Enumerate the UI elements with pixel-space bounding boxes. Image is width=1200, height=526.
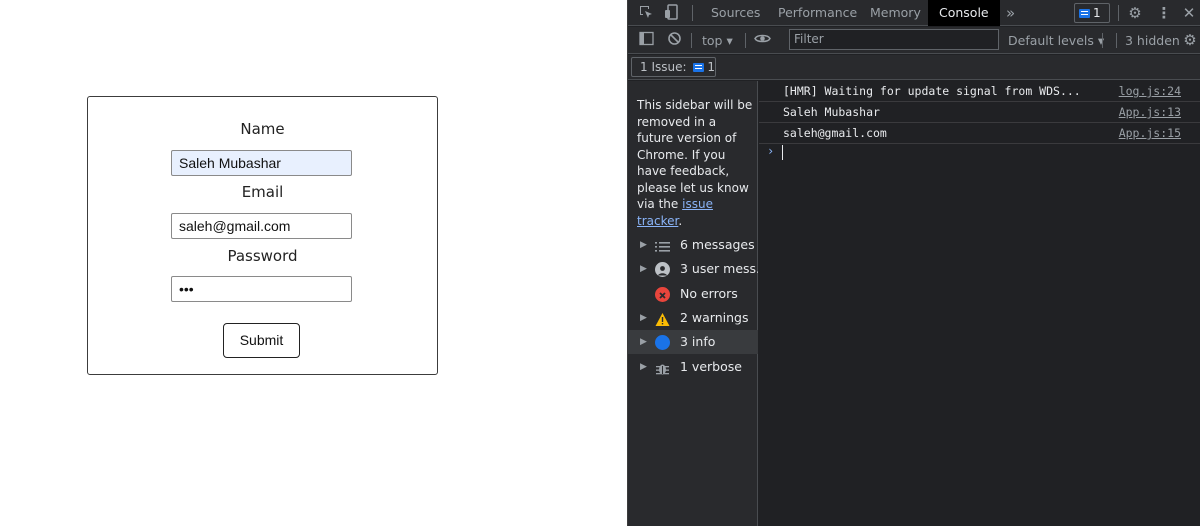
sidebar-item-verbose[interactable]: ▶ 1 verbose	[628, 355, 758, 379]
tab-memory[interactable]: Memory	[859, 0, 932, 26]
device-toolbar-icon[interactable]	[663, 4, 681, 22]
expand-arrow-icon: ▶	[640, 264, 647, 274]
clear-console-icon[interactable]	[665, 31, 683, 49]
issues-count-badge[interactable]: 1	[1074, 3, 1110, 23]
bug-icon	[655, 360, 670, 375]
console-input-caret[interactable]	[782, 145, 783, 160]
sidebar-item-errors[interactable]: No errors	[628, 282, 758, 306]
name-label: Name	[240, 120, 285, 138]
hidden-count: 3 hidden	[1125, 33, 1180, 48]
message-flag-icon	[693, 63, 705, 72]
log-levels-dropdown[interactable]: Default levels ▾	[1008, 27, 1104, 54]
sidebar-item-messages[interactable]: ▶ 6 messages	[628, 233, 758, 257]
tab-console[interactable]: Console	[928, 0, 1000, 26]
toolbar-separator	[1102, 33, 1103, 48]
devtools-panel: Sources Performance Memory Console » 1 ⚙…	[627, 0, 1200, 526]
tab-separator	[1118, 5, 1119, 21]
expand-arrow-icon: ▶	[640, 240, 647, 250]
source-link[interactable]: log.js:24	[1119, 81, 1181, 101]
tab-sources[interactable]: Sources	[700, 0, 771, 26]
issues-bar: 1 Issue: 1	[628, 55, 1200, 80]
submit-button[interactable]: Submit	[223, 323, 300, 358]
source-link[interactable]: App.js:13	[1119, 102, 1181, 122]
email-input[interactable]: saleh@gmail.com	[171, 213, 352, 239]
sidebar-item-warnings[interactable]: ▶ 2 warnings	[628, 306, 758, 330]
sidebar-item-user-messages[interactable]: ▶ 3 user mess...	[628, 257, 758, 281]
toolbar-separator	[1116, 33, 1117, 48]
more-options-icon[interactable]: ⋮	[1155, 4, 1173, 22]
console-output: [HMR] Waiting for update signal from WDS…	[759, 81, 1200, 526]
console-settings-gear-icon[interactable]: ⚙	[1181, 31, 1199, 49]
sidebar-toggle-icon[interactable]	[637, 31, 655, 49]
message-flag-icon	[1079, 9, 1090, 18]
context-selector[interactable]: top ▾	[702, 27, 733, 54]
expand-arrow-icon: ▶	[640, 362, 647, 372]
console-message-row: Saleh Mubashar App.js:13	[759, 102, 1200, 123]
sidebar-deprecation-note: This sidebar will be removed in a future…	[637, 98, 753, 228]
password-label: Password	[227, 247, 298, 265]
list-icon	[655, 238, 670, 253]
toolbar-separator	[745, 33, 746, 48]
tab-separator	[692, 5, 693, 21]
console-toolbar: top ▾ Filter Default levels ▾ 3 hidden ⚙	[628, 27, 1200, 54]
live-expression-eye-icon[interactable]	[753, 31, 771, 49]
console-sidebar: This sidebar will be removed in a future…	[628, 81, 758, 526]
settings-gear-icon[interactable]: ⚙	[1126, 4, 1144, 22]
error-icon	[655, 287, 670, 302]
issues-button[interactable]: 1 Issue: 1	[631, 57, 716, 77]
password-input[interactable]: •••	[171, 276, 352, 302]
console-message-row: [HMR] Waiting for update signal from WDS…	[759, 81, 1200, 102]
form-card: Name Saleh Mubashar Email saleh@gmail.co…	[87, 96, 438, 375]
sidebar-item-info[interactable]: ▶ 3 info	[628, 330, 758, 354]
tab-performance[interactable]: Performance	[767, 0, 868, 26]
console-prompt-icon: ›	[767, 144, 775, 158]
filter-input[interactable]: Filter	[789, 29, 999, 50]
web-page: Name Saleh Mubashar Email saleh@gmail.co…	[0, 0, 627, 526]
expand-arrow-icon: ▶	[640, 313, 647, 323]
user-icon	[655, 262, 670, 277]
console-message-row: saleh@gmail.com App.js:15	[759, 123, 1200, 144]
expand-arrow-icon: ▶	[640, 337, 647, 347]
name-input[interactable]: Saleh Mubashar	[171, 150, 352, 176]
more-tabs-icon[interactable]: »	[995, 0, 1026, 26]
info-icon	[655, 335, 670, 350]
devtools-tabbar: Sources Performance Memory Console » 1 ⚙…	[628, 0, 1200, 26]
source-link[interactable]: App.js:15	[1119, 123, 1181, 143]
warning-icon	[655, 311, 670, 326]
inspect-element-icon[interactable]	[637, 4, 655, 22]
close-icon[interactable]: ✕	[1180, 4, 1198, 22]
toolbar-separator	[691, 33, 692, 48]
email-label: Email	[241, 183, 284, 201]
